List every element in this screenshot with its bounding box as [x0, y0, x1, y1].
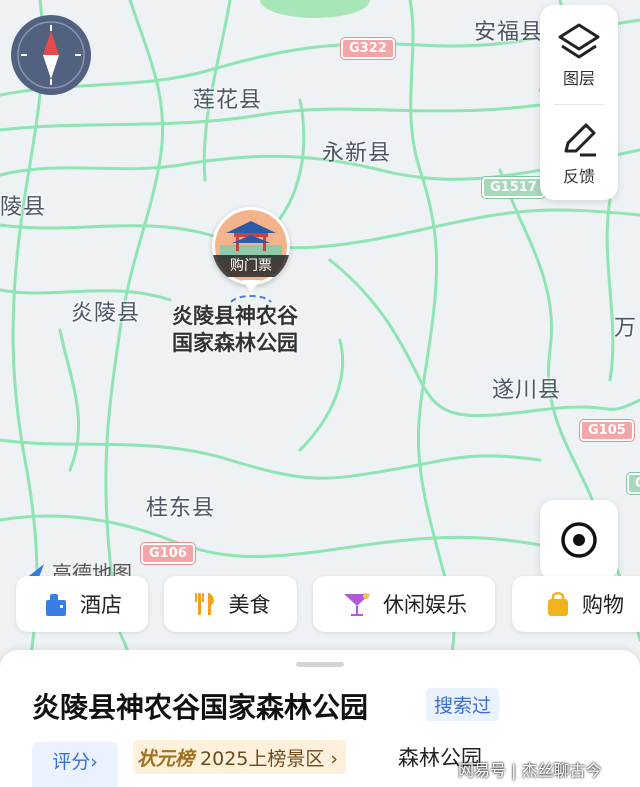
sheet-drag-handle[interactable]: [296, 662, 344, 667]
place-label-yanling: 炎陵县: [71, 301, 141, 326]
source-watermark: 网易号 | 杰丝聊古今: [458, 761, 602, 780]
road-shield-g322: G322: [341, 38, 395, 59]
map-tools-panel: 图层 反馈: [540, 5, 618, 200]
place-label-guidong: 桂东县: [146, 496, 216, 521]
feedback-label: 反馈: [562, 167, 595, 186]
pen-icon: [564, 123, 596, 157]
rank-text: 2025上榜景区 ›: [200, 747, 339, 770]
place-label-wan: 万: [614, 316, 638, 341]
locate-button[interactable]: [540, 500, 618, 580]
category-hotel[interactable]: 酒店: [16, 576, 148, 632]
poi-marker[interactable]: 购门票: [212, 207, 290, 285]
hotel-icon: [46, 594, 66, 616]
place-label-suichuan: 遂川县: [492, 378, 562, 403]
cocktail-icon: [344, 593, 370, 616]
road-shield-g105: G105: [580, 420, 634, 441]
compass-button[interactable]: [11, 15, 91, 95]
feedback-button[interactable]: 反馈: [540, 117, 618, 187]
place-label-lianhua: 莲花县: [193, 88, 263, 113]
category-entertainment-label: 休闲娱乐: [383, 593, 467, 617]
category-food-label: 美食: [228, 593, 271, 617]
poi-name-line2: 国家森林公园: [172, 331, 298, 355]
layers-icon: [558, 23, 600, 59]
shopping-bag-icon: [548, 592, 568, 616]
rating-button[interactable]: 评分›: [32, 742, 118, 787]
place-label-anfu: 安福县: [474, 20, 544, 45]
category-food[interactable]: 美食: [164, 576, 297, 632]
poi-name-line1: 炎陵县神农谷: [172, 304, 298, 328]
road-shield-g1517: G1517: [482, 177, 545, 198]
ranking-badge[interactable]: 状元榜 2025上榜景区 ›: [133, 740, 347, 774]
buy-ticket-label: 购门票: [212, 255, 290, 277]
layers-button[interactable]: 图层: [540, 19, 618, 89]
rank-badge-name: 状元榜: [137, 747, 195, 770]
divider: [554, 104, 604, 105]
road-shield-g106: G106: [141, 543, 195, 564]
road-shield-g: G: [627, 473, 640, 494]
compass-icon: [17, 21, 85, 89]
place-label-yongxin: 永新县: [322, 141, 392, 166]
place-label-ling: 陵县: [0, 195, 47, 220]
map-view[interactable]: 安福县 莲花县 永新县 陵县 炎陵县 遂川县 桂东县 万 G322 G1517 …: [0, 0, 640, 660]
category-shopping[interactable]: 购物: [512, 576, 640, 632]
locate-icon: [561, 522, 597, 558]
layers-label: 图层: [562, 69, 595, 88]
poi-detail-sheet[interactable]: 炎陵县神农谷国家森林公园 搜索过 评分› 状元榜 2025上榜景区 › 森林公园…: [0, 650, 640, 787]
poi-title: 炎陵县神农谷国家森林公园: [32, 691, 369, 724]
category-shopping-label: 购物: [582, 593, 624, 617]
poi-marker-tip: [242, 280, 260, 292]
category-hotel-label: 酒店: [80, 593, 122, 617]
food-icon: [194, 593, 214, 615]
category-entertainment[interactable]: 休闲娱乐: [313, 576, 495, 632]
poi-name-label: 炎陵县神农谷 国家森林公园: [172, 303, 298, 357]
searched-badge: 搜索过: [426, 688, 500, 721]
